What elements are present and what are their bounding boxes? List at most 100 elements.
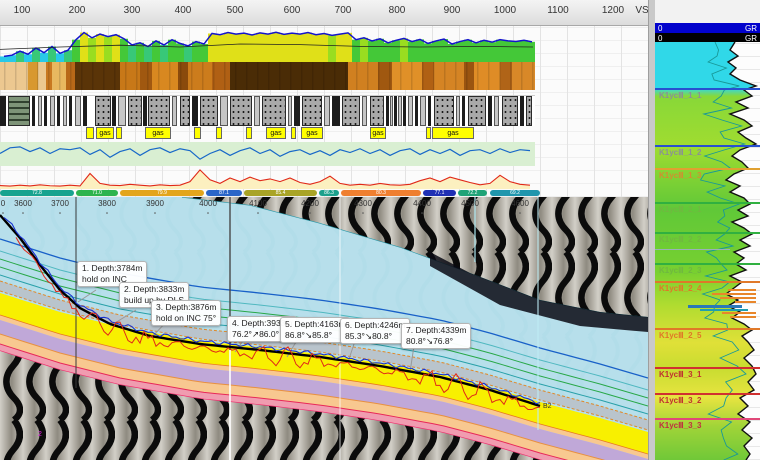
litho-block <box>520 96 524 126</box>
formation-label: K1ycⅢ_2_3 <box>659 266 701 275</box>
litho-block <box>434 96 454 126</box>
litho-block <box>294 96 300 126</box>
interval-stick <box>688 305 742 308</box>
quality-segment: 79.9 <box>120 190 204 196</box>
gas-show-label <box>86 127 94 139</box>
ruler-tick-1200: 1200 <box>602 5 624 16</box>
heatmap-track <box>0 62 535 90</box>
formation-line <box>655 393 760 395</box>
litho-block <box>342 96 360 126</box>
litho-block <box>63 96 67 126</box>
formation-line <box>655 168 760 170</box>
litho-block <box>8 96 30 126</box>
svg-text:4300: 4300 <box>354 199 372 208</box>
svg-text:4400: 4400 <box>413 199 431 208</box>
annotation-line1: 6. Depth:4246m <box>345 320 405 331</box>
litho-block <box>415 96 418 126</box>
gas-show-label <box>291 127 296 139</box>
litho-block <box>143 96 147 126</box>
annotation-callout-3[interactable]: 3. Depth:3876mhold on INC 75° <box>151 300 221 326</box>
ruler-tick-400: 400 <box>175 5 192 16</box>
ruler-tick-100: 100 <box>14 5 31 16</box>
annotation-line2: hold on INC 75° <box>156 313 216 324</box>
quality-segment: 72.8 <box>0 190 74 196</box>
annotation-line2: 80.8°↘76.8° <box>406 336 466 347</box>
svg-text:3600: 3600 <box>14 199 32 208</box>
svg-text:0: 0 <box>1 199 6 208</box>
litho-block <box>398 96 402 126</box>
litho-block <box>112 96 116 126</box>
annotation-line1: 2. Depth:3833m <box>124 284 184 295</box>
formation-line <box>655 88 760 90</box>
ruler-tick-600: 600 <box>284 5 301 16</box>
formation-label: K1ycⅢ_2_1 <box>659 205 701 214</box>
annotation-line1: 5. Depth:4163m <box>285 319 345 330</box>
formation-line <box>655 145 760 147</box>
ruler-tick-VS: VS <box>635 5 648 16</box>
gr-header-1-label: GR <box>745 24 757 33</box>
formation-label: K1ycⅢ_2_5 <box>659 331 701 340</box>
svg-text:4100: 4100 <box>249 199 267 208</box>
quality-segment: 87.1 <box>206 190 242 196</box>
litho-block <box>200 96 218 126</box>
gas-show-label: gas <box>301 127 323 139</box>
interval-stick <box>655 249 730 250</box>
svg-text:4000: 4000 <box>199 199 217 208</box>
gas-show-label: gas <box>370 127 386 139</box>
litho-block <box>403 96 406 126</box>
litho-block <box>468 96 486 126</box>
quality-segment: 72.2 <box>458 190 487 196</box>
interval-stick <box>722 312 756 314</box>
litho-block <box>332 96 340 126</box>
litho-block <box>362 96 367 126</box>
gr-header-1: 0 GR <box>655 23 760 33</box>
litho-block <box>83 96 87 126</box>
ruler-tick-900: 900 <box>444 5 461 16</box>
litho-block <box>420 96 426 126</box>
ruler-tick-1000: 1000 <box>494 5 516 16</box>
litho-block <box>128 96 142 126</box>
vs-ruler[interactable]: 100200300400500600700800900100011001200V… <box>0 0 648 26</box>
quality-segment-bar: 72.871.079.987.185.486.380.377.172.269.2 <box>0 190 540 197</box>
annotation-line1: 3. Depth:3876m <box>156 302 216 313</box>
interval-stick <box>700 309 748 311</box>
annotation-line2: 85.3°↘80.8° <box>345 331 405 342</box>
formation-line <box>655 367 760 369</box>
quality-segment: 77.1 <box>423 190 456 196</box>
lithology-track <box>0 95 535 126</box>
gas-show-label <box>216 127 222 139</box>
formation-label: K1ycⅢ_3_2 <box>659 396 701 405</box>
litho-block <box>95 96 111 126</box>
formation-line <box>655 263 760 265</box>
litho-block <box>57 96 60 126</box>
litho-block <box>254 96 260 126</box>
rop-track <box>0 166 535 189</box>
litho-block <box>370 96 384 126</box>
litho-block <box>390 96 393 126</box>
gas-show-label: gas <box>96 127 114 139</box>
gas-show-label <box>116 127 122 139</box>
litho-block <box>394 96 397 126</box>
formation-label: K1ycⅢ_1_2 <box>659 148 701 157</box>
gas-show-label: gas <box>145 127 171 139</box>
ruler-tick-300: 300 <box>124 5 141 16</box>
litho-block <box>502 96 518 126</box>
litho-block <box>118 96 126 126</box>
litho-block <box>50 96 55 126</box>
quality-segment: 69.2 <box>490 190 540 196</box>
gas-show-label: gas <box>432 127 474 139</box>
svg-text:4200: 4200 <box>301 199 319 208</box>
litho-block <box>494 96 499 126</box>
litho-block <box>230 96 252 126</box>
formation-line <box>655 418 760 420</box>
gr-colormap-track <box>0 28 535 62</box>
litho-block <box>148 96 170 126</box>
annotation-callout-6[interactable]: 6. Depth:4246m85.3°↘80.8° <box>340 318 410 344</box>
annotation-callout-7[interactable]: 7. Depth:4339m80.8°↘76.8° <box>401 323 471 349</box>
ruler-tick-500: 500 <box>227 5 244 16</box>
annotation-line2: 86.8°↘85.8° <box>285 330 345 341</box>
interval-stick <box>728 289 756 291</box>
litho-block <box>180 96 190 126</box>
litho-block <box>526 96 532 126</box>
formation-label: K1ycⅢ_2_4 <box>659 284 701 293</box>
